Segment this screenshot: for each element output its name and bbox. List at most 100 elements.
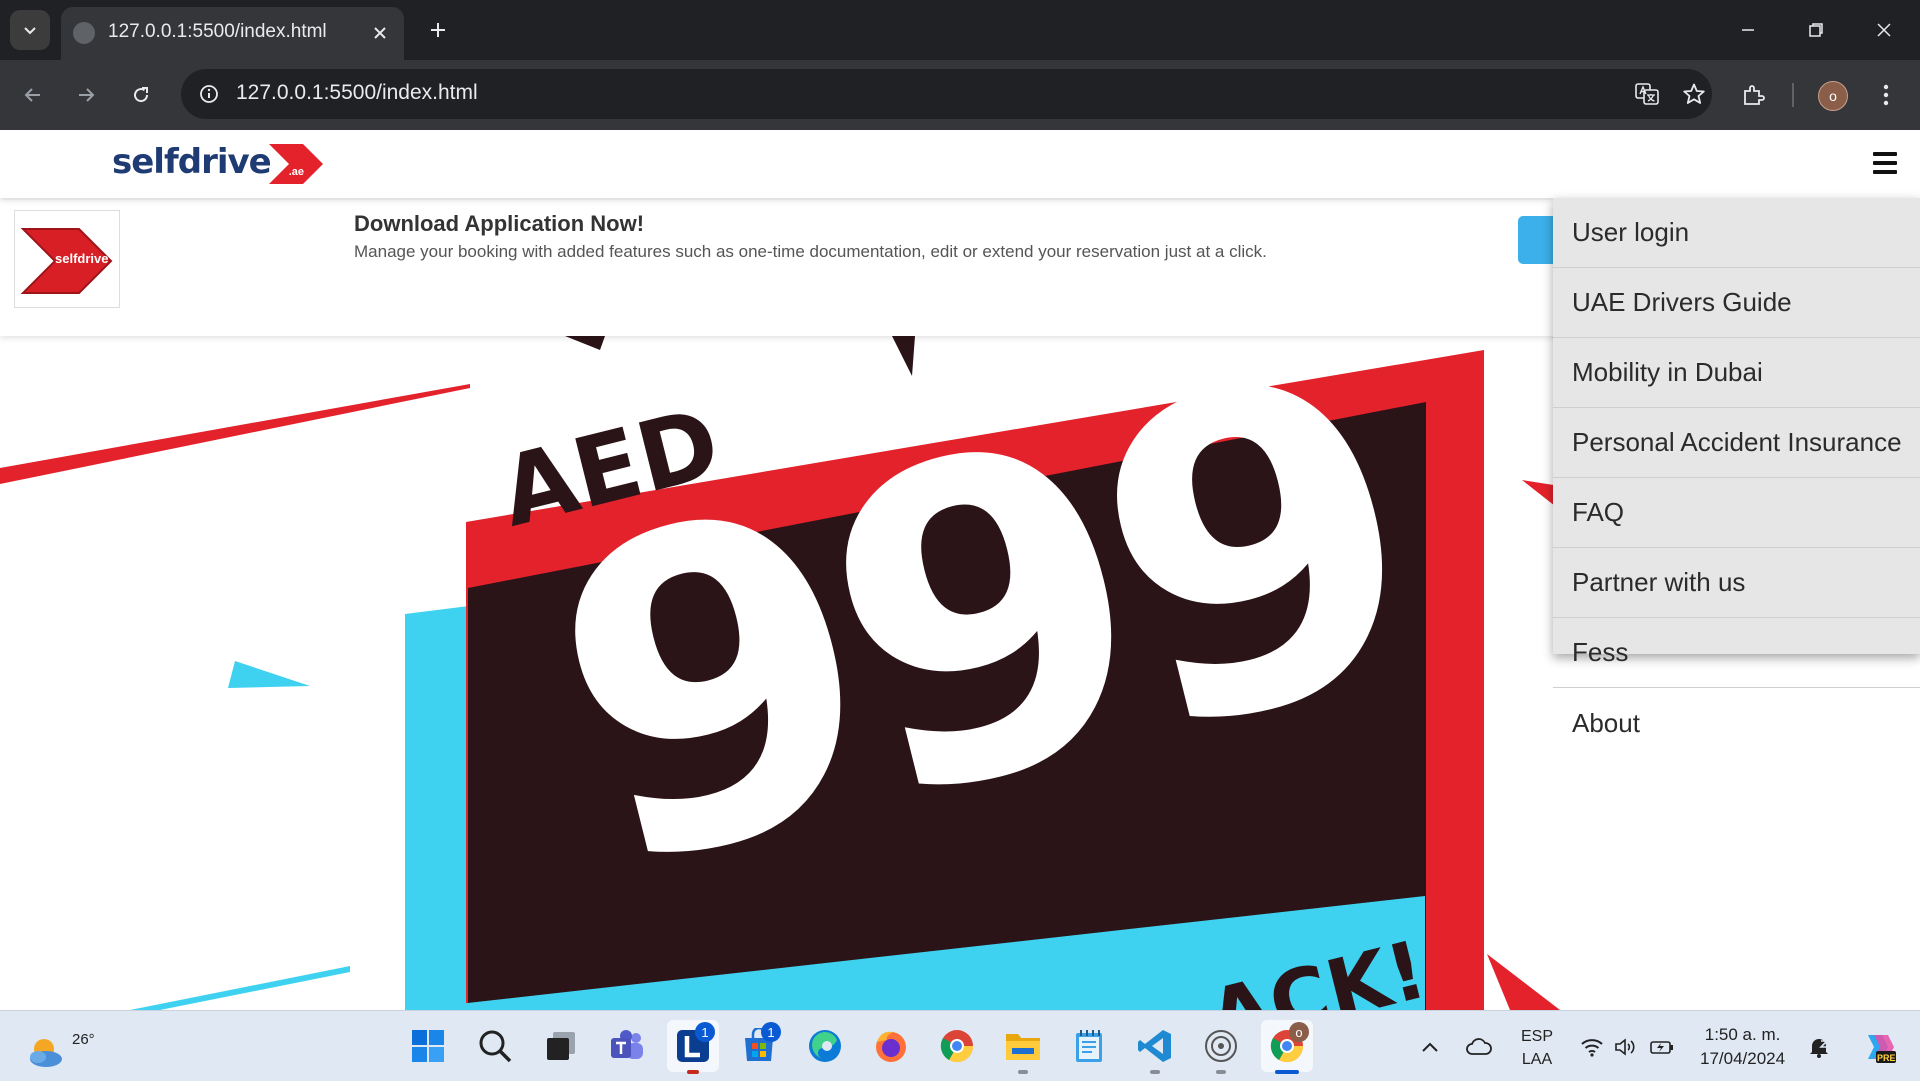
copilot-button[interactable]: PRE [1858,1027,1898,1067]
system-clock[interactable]: 1:50 a. m. 17/04/2024 [1700,1023,1785,1071]
clock-date: 17/04/2024 [1700,1049,1786,1068]
minimize-icon [1742,29,1754,31]
notifications-button[interactable] [1805,1033,1833,1061]
menu-item-personal-accident-insurance[interactable]: Personal Accident Insurance [1553,408,1920,478]
bell-snooze-icon [1810,1039,1829,1058]
app-icon: selfdrive [14,210,120,308]
notification-badge: 1 [695,1022,715,1042]
chevron-down-icon [24,27,36,35]
teams-icon [611,1030,643,1059]
volume-button[interactable] [1612,1033,1640,1061]
bookmark-button[interactable] [1676,76,1712,112]
menu-item-fess[interactable]: Fess [1553,618,1920,688]
weather-temperature: 26° [72,1031,95,1048]
edge-icon [809,1030,841,1062]
notepad-icon [1076,1030,1102,1062]
running-indicator [1150,1070,1160,1074]
search-button[interactable] [469,1020,521,1072]
restore-button[interactable] [1792,6,1840,54]
browser-toolbar: 127.0.0.1:5500/index.html o [0,60,1920,130]
reload-button[interactable] [119,73,163,117]
reload-icon [134,87,149,103]
menu-item-uae-drivers-guide[interactable]: UAE Drivers Guide [1553,268,1920,338]
taskbar-file-explorer[interactable] [997,1020,1049,1074]
broadcast-icon [1205,1030,1237,1062]
hamburger-menu-button[interactable] [1873,152,1897,174]
onedrive-button[interactable] [1465,1033,1493,1061]
language-code: ESP [1521,1028,1554,1045]
selfdrive-logo[interactable]: selfdrive .ae [112,142,325,186]
menu-item-partner-with-us[interactable]: Partner with us [1553,548,1920,618]
tab-close-button[interactable] [366,19,394,47]
running-indicator [1275,1070,1299,1074]
menu-item-user-login[interactable]: User login [1553,198,1920,268]
weather-partly-cloudy-icon [30,1039,62,1067]
back-button[interactable] [11,73,55,117]
taskbar-chrome-profile[interactable]: o [1261,1020,1313,1074]
search-icon [479,1030,512,1063]
running-indicator [1018,1070,1028,1074]
folder-icon [1006,1034,1040,1060]
browser-menu-button[interactable] [1864,73,1908,117]
profile-avatar[interactable]: o [1818,81,1848,111]
translate-button[interactable] [1629,76,1665,112]
minimize-button[interactable] [1724,6,1772,54]
task-view-button[interactable] [535,1020,587,1072]
menu-item-about[interactable]: About [1553,688,1920,758]
wifi-icon [1581,1039,1603,1057]
taskbar-firefox[interactable] [865,1020,917,1072]
wifi-button[interactable] [1578,1033,1606,1061]
firefox-icon [876,1031,906,1062]
show-hidden-icons-button[interactable] [1416,1033,1444,1061]
restore-icon [1809,23,1823,37]
copilot-badge-text: PRE [1877,1053,1896,1063]
tab-search-button[interactable] [10,10,50,50]
toolbar-divider [1792,83,1794,107]
taskbar-chrome[interactable] [931,1020,983,1072]
forward-button[interactable] [64,73,108,117]
clock-time: 1:50 a. m. [1704,1025,1781,1044]
puzzle-icon [1744,85,1765,105]
taskbar-podcasts[interactable] [1195,1020,1247,1074]
app-icon-label: selfdrive [55,251,109,266]
start-button[interactable] [402,1020,454,1072]
running-indicator [687,1070,699,1074]
menu-bar-icon [1873,170,1897,174]
plus-icon [431,23,445,37]
menu-bar-icon [1873,161,1897,165]
running-indicator [1216,1070,1226,1074]
battery-button[interactable] [1648,1033,1676,1061]
logo-chevron-icon: .ae [267,142,325,186]
menu-item-faq[interactable]: FAQ [1553,478,1920,548]
browser-tab[interactable]: 127.0.0.1:5500/index.html [61,7,404,60]
browser-tab-strip: 127.0.0.1:5500/index.html [0,0,1920,60]
notification-badge: 1 [761,1022,781,1042]
speaker-icon [1615,1038,1635,1056]
windows-logo-icon [412,1030,444,1062]
tab-title: 127.0.0.1:5500/index.html [108,21,327,42]
address-bar[interactable]: 127.0.0.1:5500/index.html [181,69,1712,119]
taskbar-vscode[interactable] [1129,1020,1181,1074]
site-info-button[interactable] [191,76,227,112]
taskbar-store[interactable]: 1 [733,1020,785,1072]
weather-widget[interactable]: 26° [24,1021,95,1071]
taskbar-notepad[interactable] [1063,1020,1115,1072]
task-view-icon [547,1032,575,1060]
nav-dropdown-menu: User login UAE Drivers Guide Mobility in… [1553,198,1920,738]
url-text: 127.0.0.1:5500/index.html [236,81,478,104]
info-icon [200,85,218,103]
menu-item-mobility-in-dubai[interactable]: Mobility in Dubai [1553,338,1920,408]
keyboard-layout: LAA [1521,1051,1553,1068]
language-indicator[interactable]: ESP LAA [1521,1025,1553,1071]
globe-icon [73,22,95,44]
extensions-button[interactable] [1731,73,1775,117]
taskbar-app-l[interactable]: 1 [667,1020,719,1074]
windows-taskbar: 26° 1 1 o ESP LAA 1:50 a. m. 17/04/2024 … [0,1010,1920,1081]
taskbar-teams[interactable] [601,1020,653,1072]
new-tab-button[interactable] [420,12,456,48]
banner-description: Manage your booking with added features … [354,242,1267,261]
taskbar-edge[interactable] [799,1020,851,1072]
banner-title: Download Application Now! [354,211,645,236]
web-page: selfdrive .ae selfdrive Download Applica… [0,130,1920,1010]
close-window-button[interactable] [1860,6,1908,54]
